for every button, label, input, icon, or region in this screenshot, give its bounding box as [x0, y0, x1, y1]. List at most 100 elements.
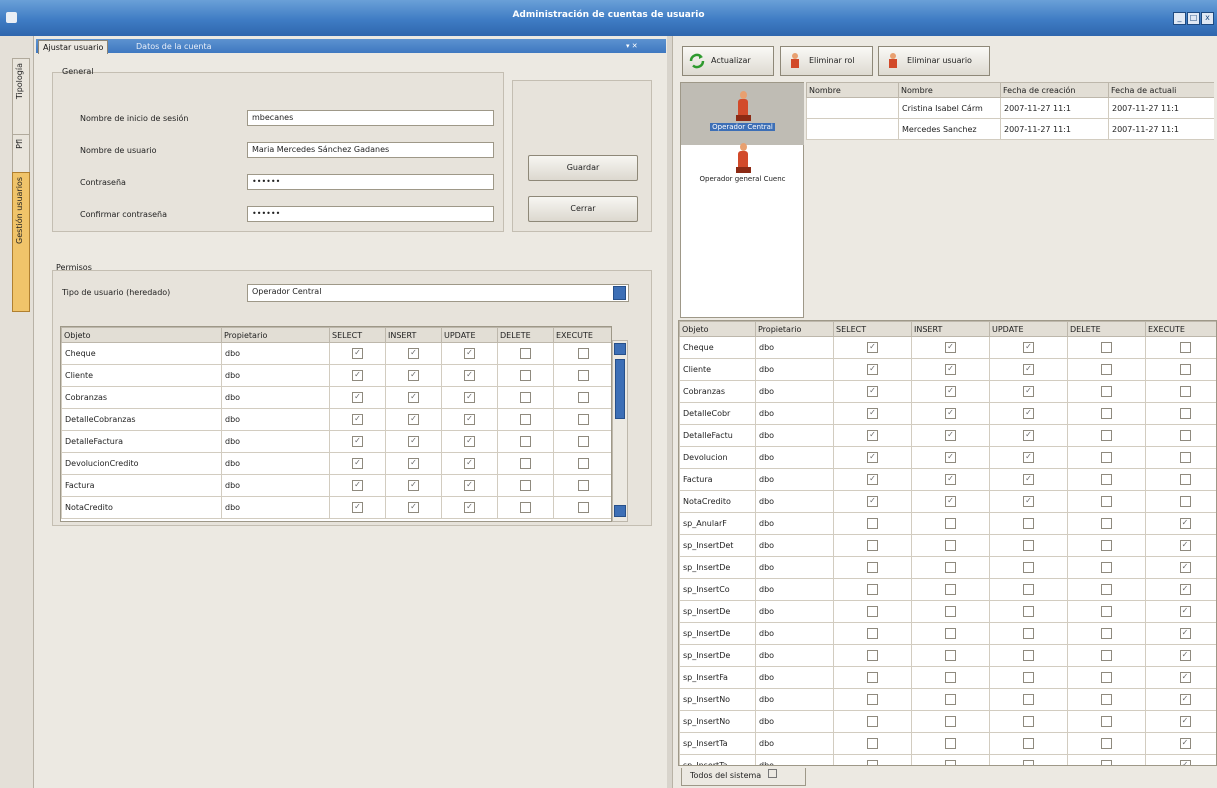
- login-name-input[interactable]: mbecanes: [247, 110, 494, 126]
- close-icon[interactable]: x: [1201, 12, 1214, 25]
- permission-checkbox[interactable]: [1101, 518, 1112, 529]
- permission-checkbox[interactable]: [1101, 760, 1112, 765]
- permission-checkbox[interactable]: [578, 458, 589, 469]
- tab-todos-sistema[interactable]: Todos del sistema: [681, 768, 806, 786]
- minimize-icon[interactable]: _: [1173, 12, 1186, 25]
- permission-checkbox[interactable]: [578, 370, 589, 381]
- password-input[interactable]: ••••••: [247, 174, 494, 190]
- table-row[interactable]: sp_InsertDe dbo ✓: [679, 556, 1216, 579]
- permission-checkbox[interactable]: ✓: [867, 408, 878, 419]
- permission-checkbox[interactable]: [867, 628, 878, 639]
- permission-checkbox[interactable]: [1023, 606, 1034, 617]
- permission-checkbox[interactable]: ✓: [1023, 386, 1034, 397]
- table-row[interactable]: sp_InsertDe dbo ✓: [679, 600, 1216, 623]
- role-item-operador-general[interactable]: Operador general Cuenc: [681, 139, 804, 193]
- table-row[interactable]: sp_InsertNo dbo ✓: [679, 710, 1216, 733]
- table-row[interactable]: NotaCredito dbo ✓ ✓ ✓: [61, 496, 611, 519]
- permission-checkbox[interactable]: ✓: [464, 436, 475, 447]
- permission-checkbox[interactable]: ✓: [408, 348, 419, 359]
- permission-checkbox[interactable]: [867, 584, 878, 595]
- permission-checkbox[interactable]: [578, 480, 589, 491]
- scroll-down-icon[interactable]: [614, 505, 626, 517]
- tab-ajustar-usuario[interactable]: Ajustar usuario: [38, 40, 109, 54]
- permission-checkbox[interactable]: ✓: [1179, 562, 1191, 573]
- permission-checkbox[interactable]: [1023, 584, 1034, 595]
- permission-checkbox[interactable]: ✓: [1179, 540, 1191, 551]
- permission-checkbox[interactable]: ✓: [1179, 672, 1191, 683]
- table-row[interactable]: sp_InsertDe dbo ✓: [679, 644, 1216, 667]
- permission-checkbox[interactable]: [867, 562, 878, 573]
- permission-checkbox[interactable]: ✓: [408, 480, 419, 491]
- table-row[interactable]: sp_AnularF dbo ✓: [679, 512, 1216, 535]
- table-row[interactable]: sp_InsertTa dbo ✓: [679, 732, 1216, 755]
- permission-checkbox[interactable]: [1179, 474, 1191, 485]
- permission-checkbox[interactable]: ✓: [1023, 496, 1034, 507]
- permission-checkbox[interactable]: [867, 694, 878, 705]
- permission-checkbox[interactable]: [578, 348, 589, 359]
- permission-checkbox[interactable]: [520, 370, 531, 381]
- panel-menu-icon[interactable]: ▾ ✕: [626, 42, 660, 50]
- permission-checkbox[interactable]: [945, 694, 956, 705]
- permission-checkbox[interactable]: [520, 502, 531, 513]
- table-row[interactable]: Cristina Isabel Cárm 2007-11-27 11:1 2007-…: [806, 97, 1214, 119]
- permission-checkbox[interactable]: [1179, 408, 1191, 419]
- table-row[interactable]: sp_InsertDe dbo ✓: [679, 622, 1216, 645]
- permission-checkbox[interactable]: ✓: [945, 386, 956, 397]
- permissions-scrollbar[interactable]: [612, 340, 628, 522]
- permission-checkbox[interactable]: [1101, 606, 1112, 617]
- permission-checkbox[interactable]: ✓: [945, 474, 956, 485]
- permission-checkbox[interactable]: [867, 738, 878, 749]
- tab-datos-cuenta[interactable]: Datos de la cuenta: [132, 40, 216, 53]
- permission-checkbox[interactable]: [1179, 364, 1191, 375]
- permission-checkbox[interactable]: [1179, 452, 1191, 463]
- permission-checkbox[interactable]: [1101, 738, 1112, 749]
- permission-checkbox[interactable]: [1179, 430, 1191, 441]
- permission-checkbox[interactable]: [1023, 672, 1034, 683]
- permission-checkbox[interactable]: [1101, 540, 1112, 551]
- permission-checkbox[interactable]: [1101, 364, 1112, 375]
- permission-checkbox[interactable]: [1179, 496, 1191, 507]
- permission-checkbox[interactable]: [1179, 386, 1191, 397]
- permission-checkbox[interactable]: ✓: [945, 364, 956, 375]
- permission-checkbox[interactable]: [1023, 540, 1034, 551]
- permission-checkbox[interactable]: ✓: [1023, 474, 1034, 485]
- permission-checkbox[interactable]: ✓: [1179, 650, 1191, 661]
- table-row[interactable]: sp_InsertFa dbo ✓: [679, 666, 1216, 689]
- table-row[interactable]: NotaCredito dbo ✓ ✓ ✓: [679, 490, 1216, 513]
- permission-checkbox[interactable]: [945, 672, 956, 683]
- confirm-password-input[interactable]: ••••••: [247, 206, 494, 222]
- permission-checkbox[interactable]: ✓: [352, 436, 363, 447]
- permission-checkbox[interactable]: ✓: [464, 414, 475, 425]
- table-row[interactable]: Cliente dbo ✓ ✓ ✓: [679, 358, 1216, 381]
- permission-checkbox[interactable]: ✓: [1023, 452, 1034, 463]
- permission-checkbox[interactable]: [578, 392, 589, 403]
- permission-checkbox[interactable]: ✓: [945, 342, 956, 353]
- permission-checkbox[interactable]: [1101, 452, 1112, 463]
- permission-checkbox[interactable]: [1101, 408, 1112, 419]
- permission-checkbox[interactable]: [945, 760, 956, 765]
- permission-checkbox[interactable]: ✓: [408, 392, 419, 403]
- permission-checkbox[interactable]: ✓: [945, 430, 956, 441]
- permission-checkbox[interactable]: [945, 606, 956, 617]
- table-row[interactable]: DetalleCobr dbo ✓ ✓ ✓: [679, 402, 1216, 425]
- scroll-up-icon[interactable]: [614, 343, 626, 355]
- permission-checkbox[interactable]: ✓: [1179, 738, 1191, 749]
- permission-checkbox[interactable]: [945, 540, 956, 551]
- user-name-input[interactable]: Maria Mercedes Sánchez Gadanes: [247, 142, 494, 158]
- delete-role-button[interactable]: Eliminar rol: [780, 46, 873, 76]
- permission-checkbox[interactable]: [1023, 738, 1034, 749]
- permission-checkbox[interactable]: [1023, 716, 1034, 727]
- permission-checkbox[interactable]: ✓: [352, 392, 363, 403]
- table-row[interactable]: DetalleFactu dbo ✓ ✓ ✓: [679, 424, 1216, 447]
- permission-checkbox[interactable]: [945, 650, 956, 661]
- table-row[interactable]: Devolucion dbo ✓ ✓ ✓: [679, 446, 1216, 469]
- permission-checkbox[interactable]: ✓: [464, 370, 475, 381]
- scrollbar-thumb[interactable]: [615, 359, 625, 419]
- table-row[interactable]: Cheque dbo ✓ ✓ ✓: [679, 336, 1216, 359]
- permission-checkbox[interactable]: [1101, 716, 1112, 727]
- table-row[interactable]: DevolucionCredito dbo ✓ ✓ ✓: [61, 452, 611, 475]
- permission-checkbox[interactable]: [1023, 562, 1034, 573]
- permission-checkbox[interactable]: [867, 540, 878, 551]
- permission-checkbox[interactable]: [1101, 694, 1112, 705]
- permission-checkbox[interactable]: ✓: [1023, 430, 1034, 441]
